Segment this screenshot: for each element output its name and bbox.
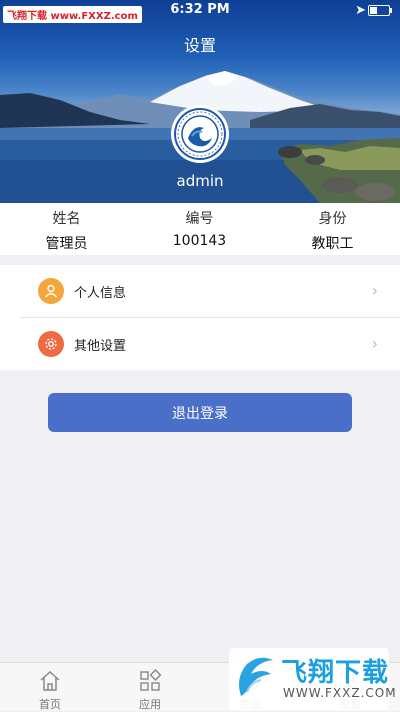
- profile-header: 飞翔下载 www.FXXZ.com 6:32 PM ➤ 设置 admin: [0, 0, 400, 203]
- profile-info-row: 姓名 管理员 编号 100143 身份 教职工: [0, 203, 400, 255]
- page-title: 设置: [183, 36, 216, 55]
- info-id-label: 编号: [185, 211, 214, 227]
- tab-apps[interactable]: 应用: [100, 663, 200, 711]
- watermark-bottom: 飞翔下载 WWW.FXXZ.COM: [229, 648, 396, 710]
- chevron-right-icon: ›: [371, 281, 378, 300]
- username: admin: [176, 172, 224, 190]
- info-id-value: 100143: [172, 233, 227, 249]
- apps-grid-icon: [140, 669, 162, 691]
- info-role-value: 教职工: [311, 236, 354, 252]
- watermark-top: 飞翔下载 www.FXXZ.com: [3, 6, 142, 23]
- chevron-right-icon: ›: [371, 334, 378, 353]
- info-role: 身份 教职工: [266, 203, 399, 253]
- info-role-label: 身份: [318, 211, 347, 227]
- info-name-label: 姓名: [52, 211, 81, 227]
- watermark-logo-icon: [239, 657, 273, 696]
- person-icon: [38, 278, 64, 304]
- info-id: 编号 100143: [133, 203, 266, 249]
- battery-icon: [368, 5, 392, 16]
- watermark-url: WWW.FXXZ.COM: [283, 686, 397, 700]
- school-emblem-icon: [174, 108, 226, 160]
- menu-item-personal-info[interactable]: 个人信息 ›: [0, 265, 400, 318]
- menu-item-label: 其他设置: [74, 339, 127, 354]
- tab-home[interactable]: 首页: [0, 663, 100, 711]
- home-icon: [40, 670, 60, 691]
- menu-item-label: 个人信息: [74, 286, 127, 301]
- info-name: 姓名 管理员: [0, 203, 133, 253]
- avatar[interactable]: [171, 105, 229, 163]
- logout-button[interactable]: 退出登录: [48, 393, 352, 432]
- settings-menu: 个人信息 › 其他设置 ›: [0, 265, 400, 370]
- gear-icon: [38, 331, 64, 357]
- location-arrow-icon: ➤: [355, 3, 366, 18]
- watermark-brand: 飞翔下载: [281, 658, 390, 688]
- info-name-value: 管理员: [45, 236, 88, 252]
- menu-item-other-settings[interactable]: 其他设置 ›: [0, 318, 400, 370]
